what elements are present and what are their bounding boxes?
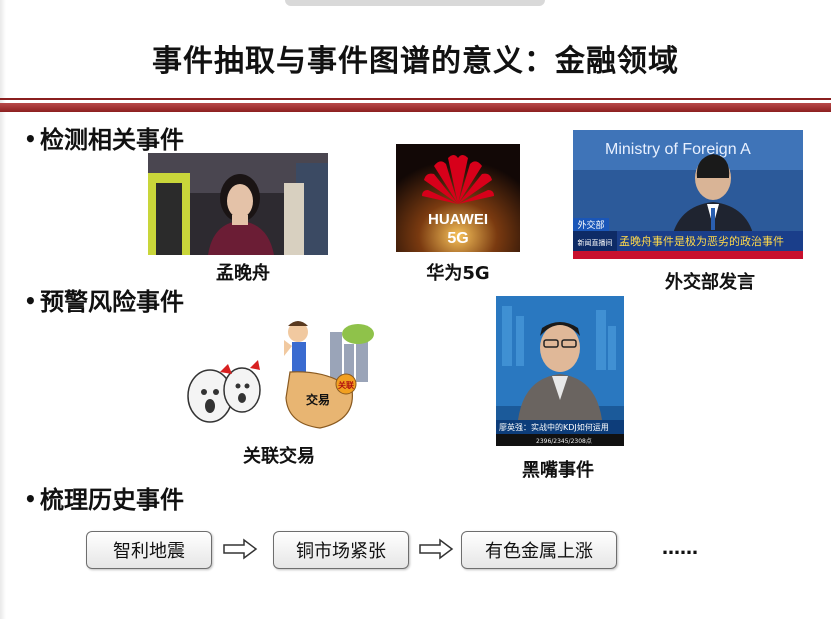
huawei-logo-text: HUAWEI [428, 211, 488, 228]
photo-huawei: HUAWEI 5G [396, 144, 520, 252]
caption-mfa: 外交部发言 [665, 272, 755, 293]
bag-text: 交易 [306, 392, 330, 407]
section-label: 梳理历史事件 [40, 486, 184, 514]
section-label: 检测相关事件 [40, 126, 184, 154]
photo-blackmouth: 廖英强：实战中的KDJ如何运用 2396/2345/2308点 [496, 296, 624, 446]
bullet-dot-icon: • [24, 487, 37, 511]
caption-meng: 孟晚舟 [216, 263, 270, 284]
mfa-tag-text: 外交部 [577, 219, 604, 231]
blackmouth-ticker-text: 廖英强：实战中的KDJ如何运用 [499, 422, 609, 432]
mfa-sub-ticker: 新闻直播间 [578, 238, 613, 247]
window-top-tab [285, 0, 545, 6]
section-detect-events: • 检测相关事件 [24, 120, 184, 155]
section-history-events: • 梳理历史事件 [24, 480, 184, 515]
caption-huawei: 华为5G [426, 263, 490, 284]
mfa-backdrop-text: Ministry of Foreign A [605, 141, 751, 158]
bullet-dot-icon: • [24, 127, 37, 151]
photo-meng [148, 153, 328, 255]
section-warning-events: • 预警风险事件 [24, 282, 184, 317]
photo-blackmouth-illustration: 廖英强：实战中的KDJ如何运用 2396/2345/2308点 [496, 296, 624, 446]
flow-ellipsis: …… [662, 538, 698, 559]
title-rule-thick [0, 103, 831, 112]
caption-related-transaction: 关联交易 [243, 446, 315, 467]
section-label: 预警风险事件 [40, 288, 184, 316]
slide-left-edge [0, 0, 6, 619]
photo-mfa: Ministry of Foreign A 外交部 新闻直播间 孟晚舟事件是极为… [573, 130, 803, 259]
mfa-ticker-text: 孟晚舟事件是极为恶劣的政治事件 [619, 234, 784, 248]
related-transaction-illustration: 交易 关联 [180, 312, 380, 440]
flow-step-2: 铜市场紧张 [273, 531, 409, 569]
flow-step-3: 有色金属上涨 [461, 531, 617, 569]
photo-meng-illustration [148, 153, 328, 255]
caption-blackmouth: 黑嘴事件 [522, 460, 594, 481]
slide-title: 事件抽取与事件图谱的意义：金融领域 [152, 44, 679, 79]
bag-tag-text: 关联 [338, 380, 354, 390]
blackmouth-sub-ticker: 2396/2345/2308点 [536, 437, 592, 445]
title-rule-thin [0, 98, 831, 100]
photo-mfa-illustration: Ministry of Foreign A 外交部 新闻直播间 孟晚舟事件是极为… [573, 130, 803, 259]
photo-huawei-illustration: HUAWEI 5G [396, 144, 520, 252]
flow-arrow-icon [419, 538, 454, 560]
flow-step-1: 智利地震 [86, 531, 212, 569]
flow-arrow-icon [223, 538, 258, 560]
photo-related-transaction: 交易 关联 [180, 312, 380, 440]
huawei-logo-sub: 5G [447, 230, 468, 247]
bullet-dot-icon: • [24, 289, 37, 313]
